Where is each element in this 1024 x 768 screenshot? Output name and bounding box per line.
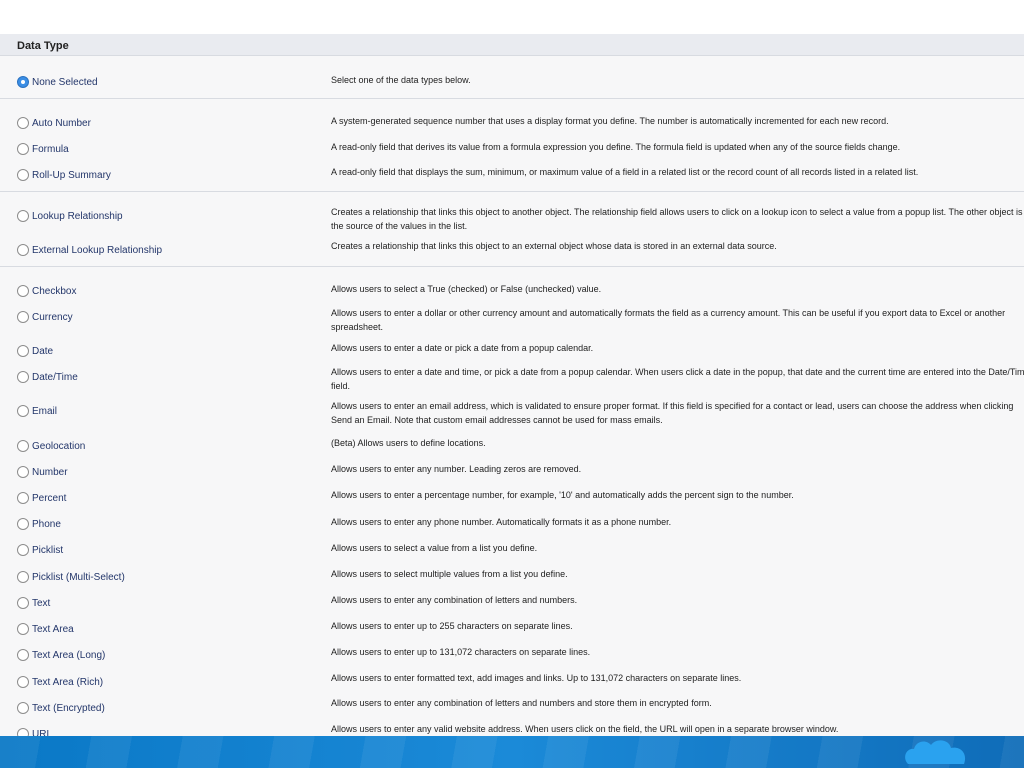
radio-text-encrypted[interactable]: [17, 702, 29, 714]
radio-formula[interactable]: [17, 143, 29, 155]
data-type-label[interactable]: Phone: [32, 519, 61, 530]
group-divider: [0, 98, 1024, 99]
data-type-description: Allows users to enter any combination of…: [331, 595, 578, 605]
radio-text[interactable]: [17, 597, 29, 609]
data-type-description: Allows users to select multiple values f…: [331, 569, 568, 579]
salesforce-cloud-icon: [905, 740, 966, 764]
data-type-label[interactable]: Picklist (Multi-Select): [32, 572, 125, 583]
data-type-description: Allows users to enter a dollar or other …: [331, 308, 1006, 332]
data-type-description: Allows users to select a True (checked) …: [331, 284, 602, 294]
data-type-description: Allows users to enter an email address, …: [331, 401, 1014, 425]
group-divider: [0, 191, 1024, 192]
group-divider: [0, 266, 1024, 267]
data-type-label[interactable]: None Selected: [32, 77, 98, 88]
data-type-label[interactable]: Date: [32, 346, 53, 357]
footer-shine: [0, 736, 1024, 768]
data-type-description: A read-only field that derives its value…: [331, 142, 901, 152]
data-type-label[interactable]: Number: [32, 467, 68, 478]
data-type-description: Allows users to enter a date and time, o…: [331, 367, 1024, 391]
data-type-label[interactable]: Picklist: [32, 545, 63, 556]
radio-checkbox[interactable]: [17, 285, 29, 297]
section-title: Data Type: [17, 40, 69, 52]
data-type-label[interactable]: Email: [32, 406, 57, 417]
section-header: Data Type: [0, 34, 1024, 56]
data-type-description: A read-only field that displays the sum,…: [331, 167, 919, 177]
radio-currency[interactable]: [17, 311, 29, 323]
data-type-label[interactable]: Text Area (Rich): [32, 677, 103, 688]
radio-picklist-multi-select[interactable]: [17, 571, 29, 583]
radio-none-selected[interactable]: [17, 76, 29, 88]
data-type-description: Allows users to select a value from a li…: [331, 543, 538, 553]
radio-external-lookup-relationship[interactable]: [17, 244, 29, 256]
radio-picklist[interactable]: [17, 544, 29, 556]
data-type-label[interactable]: Text Area (Long): [32, 650, 105, 661]
radio-text-area[interactable]: [17, 623, 29, 635]
radio-geolocation[interactable]: [17, 440, 29, 452]
data-type-label[interactable]: Geolocation: [32, 441, 85, 452]
data-type-description: Allows users to enter any number. Leadin…: [331, 464, 582, 474]
data-type-description: Allows users to enter any combination of…: [331, 698, 712, 708]
data-type-description: Allows users to enter up to 255 characte…: [331, 621, 573, 631]
data-type-label[interactable]: Lookup Relationship: [32, 211, 123, 222]
data-type-label[interactable]: Text: [32, 598, 50, 609]
data-type-description: Allows users to enter any valid website …: [331, 724, 839, 734]
data-type-description: Allows users to enter a percentage numbe…: [331, 490, 794, 500]
data-type-description: Allows users to enter a date or pick a d…: [331, 343, 594, 353]
data-type-label[interactable]: Checkbox: [32, 286, 76, 297]
data-type-label[interactable]: External Lookup Relationship: [32, 245, 162, 256]
radio-text-area-long[interactable]: [17, 649, 29, 661]
radio-url[interactable]: [17, 728, 29, 736]
slide-frame: Data Type None Selected Select one of the…: [0, 0, 1024, 768]
data-type-label[interactable]: Formula: [32, 144, 69, 155]
data-type-label[interactable]: Date/Time: [32, 372, 78, 383]
radio-date-time[interactable]: [17, 371, 29, 383]
data-type-description: Creates a relationship that links this o…: [331, 207, 1023, 231]
footer-banner: [0, 736, 1024, 768]
data-type-description: (Beta) Allows users to define locations.: [331, 438, 486, 448]
data-type-description: Creates a relationship that links this o…: [331, 241, 777, 251]
data-type-label[interactable]: Text Area: [32, 624, 74, 635]
radio-lookup-relationship[interactable]: [17, 210, 29, 222]
data-type-label[interactable]: Currency: [32, 312, 73, 323]
radio-percent[interactable]: [17, 492, 29, 504]
data-type-label[interactable]: Text (Encrypted): [32, 703, 105, 714]
data-type-description: Allows users to enter formatted text, ad…: [331, 673, 742, 683]
data-type-description: A system-generated sequence number that …: [331, 116, 889, 126]
radio-email[interactable]: [17, 405, 29, 417]
radio-date[interactable]: [17, 345, 29, 357]
data-type-label[interactable]: Percent: [32, 493, 66, 504]
data-type-label[interactable]: Auto Number: [32, 118, 91, 129]
data-type-description: Select one of the data types below.: [331, 75, 471, 85]
radio-phone[interactable]: [17, 518, 29, 530]
radio-text-area-rich[interactable]: [17, 676, 29, 688]
data-type-description: Allows users to enter any phone number. …: [331, 517, 672, 527]
radio-roll-up-summary[interactable]: [17, 169, 29, 181]
data-type-description: Allows users to enter up to 131,072 char…: [331, 647, 591, 657]
radio-auto-number[interactable]: [17, 117, 29, 129]
radio-number[interactable]: [17, 466, 29, 478]
data-type-panel: Data Type None Selected Select one of the…: [0, 34, 1024, 736]
data-type-label[interactable]: Roll-Up Summary: [32, 170, 111, 181]
data-type-label[interactable]: URL: [32, 729, 52, 736]
